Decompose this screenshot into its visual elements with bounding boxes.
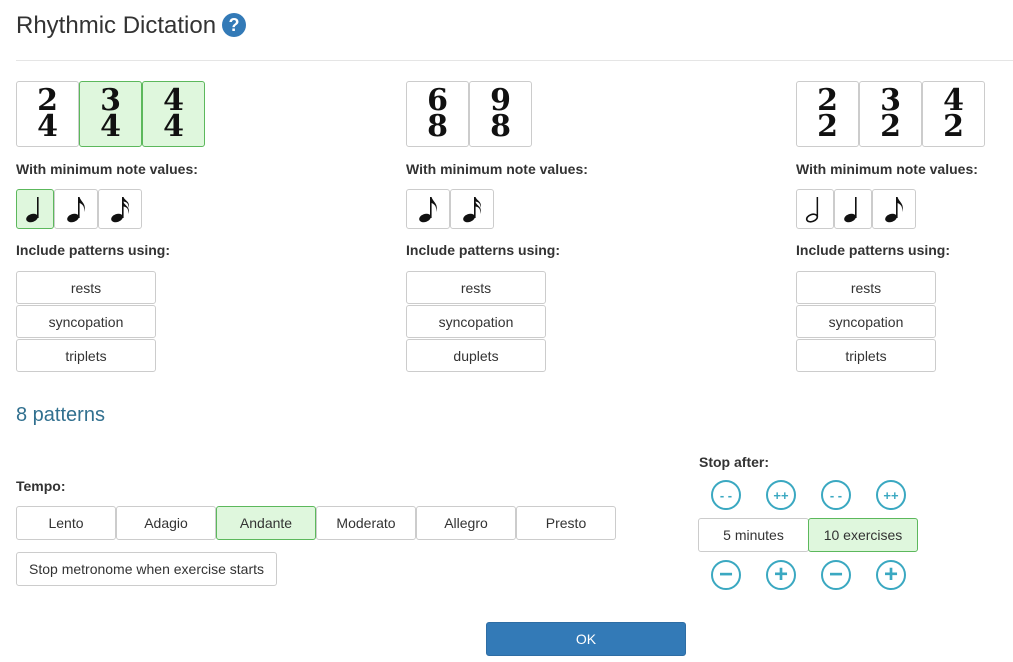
stop-after-exercises-button[interactable]: 10 exercises <box>808 518 918 552</box>
patterns-label: Include patterns using: <box>406 242 561 258</box>
note-value-sixteenth[interactable] <box>98 189 142 229</box>
pattern-count: 8 patterns <box>16 404 105 426</box>
ts-denominator: 4 <box>100 109 121 144</box>
pattern-syncopation-button[interactable]: syncopation <box>16 305 156 338</box>
note-value-group <box>406 189 706 229</box>
tempo-lento-button[interactable]: Lento <box>16 506 116 540</box>
ts-denominator: 8 <box>490 109 511 144</box>
pattern-options: rests syncopation triplets <box>16 271 316 372</box>
exercises-increment-button[interactable]: + <box>876 560 906 590</box>
time-signature-9-8[interactable]: 98 <box>469 81 532 147</box>
pattern-options: rests syncopation duplets <box>406 271 706 372</box>
note-value-half[interactable] <box>796 189 834 229</box>
pattern-rests-button[interactable]: rests <box>406 271 546 304</box>
note-value-eighth[interactable] <box>872 189 916 229</box>
help-icon[interactable]: ? <box>222 13 246 37</box>
patterns-label: Include patterns using: <box>16 242 171 258</box>
note-value-sixteenth[interactable] <box>450 189 494 229</box>
eighth-note-icon <box>419 197 437 223</box>
tempo-options: Lento Adagio Andante Moderato Allegro Pr… <box>16 506 616 540</box>
pattern-syncopation-button[interactable]: syncopation <box>796 305 936 338</box>
alla-breve-column: 22 32 42 With minimum note values: Inclu… <box>796 81 1013 373</box>
eighth-note-icon <box>67 197 85 223</box>
tempo-andante-button[interactable]: Andante <box>216 506 316 540</box>
pattern-triplets-button[interactable]: triplets <box>796 339 936 372</box>
time-signature-group: 22 32 42 <box>796 81 1013 147</box>
time-signature-group: 24 34 44 <box>16 81 316 147</box>
note-value-group <box>796 189 1013 229</box>
pattern-rests-button[interactable]: rests <box>796 271 936 304</box>
half-note-icon <box>805 197 819 223</box>
pattern-options: rests syncopation triplets <box>796 271 1013 372</box>
time-signature-3-4[interactable]: 34 <box>79 81 142 147</box>
ts-denominator: 2 <box>817 109 838 144</box>
ok-button[interactable]: OK <box>486 622 686 656</box>
stop-after-label: Stop after: <box>699 454 769 470</box>
patterns-label: Include patterns using: <box>796 242 951 258</box>
header-divider <box>16 60 1013 61</box>
exercises-decrement-button[interactable]: − <box>821 560 851 590</box>
exercises-big-decrement-button[interactable]: - - <box>821 480 851 510</box>
sixteenth-note-icon <box>111 197 129 223</box>
note-value-eighth[interactable] <box>406 189 450 229</box>
time-signature-4-4[interactable]: 44 <box>142 81 205 147</box>
quarter-note-icon <box>26 197 39 223</box>
pattern-triplets-button[interactable]: triplets <box>16 339 156 372</box>
tempo-label: Tempo: <box>16 478 66 494</box>
tempo-presto-button[interactable]: Presto <box>516 506 616 540</box>
ts-denominator: 4 <box>163 109 184 144</box>
eighth-note-icon <box>885 197 903 223</box>
time-signature-group: 68 98 <box>406 81 706 147</box>
note-value-quarter[interactable] <box>16 189 54 229</box>
note-value-eighth[interactable] <box>54 189 98 229</box>
minutes-increment-button[interactable]: + <box>766 560 796 590</box>
time-signature-6-8[interactable]: 68 <box>406 81 469 147</box>
page-title: Rhythmic Dictation <box>16 12 217 39</box>
stop-metronome-button[interactable]: Stop metronome when exercise starts <box>16 552 277 586</box>
time-signature-2-4[interactable]: 24 <box>16 81 79 147</box>
pattern-rests-button[interactable]: rests <box>16 271 156 304</box>
note-value-quarter[interactable] <box>834 189 872 229</box>
exercises-big-increment-button[interactable]: ++ <box>876 480 906 510</box>
quarter-note-icon <box>844 197 857 223</box>
pattern-duplets-button[interactable]: duplets <box>406 339 546 372</box>
ts-denominator: 4 <box>37 109 58 144</box>
time-signature-4-2[interactable]: 42 <box>922 81 985 147</box>
tempo-moderato-button[interactable]: Moderato <box>316 506 416 540</box>
simple-meter-column: 24 34 44 With minimum note values: Inclu… <box>16 81 316 373</box>
note-values-label: With minimum note values: <box>796 161 978 177</box>
minutes-big-increment-button[interactable]: ++ <box>766 480 796 510</box>
compound-meter-column: 68 98 With minimum note values: Include … <box>406 81 706 373</box>
pattern-syncopation-button[interactable]: syncopation <box>406 305 546 338</box>
tempo-allegro-button[interactable]: Allegro <box>416 506 516 540</box>
stop-after-minutes-button[interactable]: 5 minutes <box>698 518 809 552</box>
note-values-label: With minimum note values: <box>406 161 588 177</box>
ts-denominator: 8 <box>427 109 448 144</box>
minutes-decrement-button[interactable]: − <box>711 560 741 590</box>
time-signature-3-2[interactable]: 32 <box>859 81 922 147</box>
note-value-group <box>16 189 316 229</box>
time-signature-2-2[interactable]: 22 <box>796 81 859 147</box>
ts-denominator: 2 <box>943 109 964 144</box>
ts-denominator: 2 <box>880 109 901 144</box>
minutes-big-decrement-button[interactable]: - - <box>711 480 741 510</box>
note-values-label: With minimum note values: <box>16 161 198 177</box>
sixteenth-note-icon <box>463 197 481 223</box>
tempo-adagio-button[interactable]: Adagio <box>116 506 216 540</box>
